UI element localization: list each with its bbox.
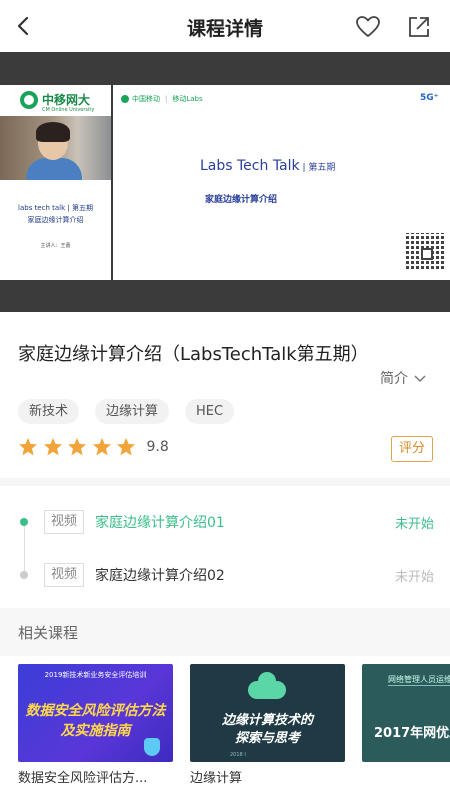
video-player[interactable]: 中移网大 CM Online University labs tech talk… — [0, 52, 450, 312]
thumb-headline-2: 及实施指南 — [60, 723, 131, 739]
section-divider — [0, 478, 450, 486]
star-icon — [117, 438, 135, 456]
related-course-title: 数据安全风险评估方... — [18, 771, 148, 786]
thumb-caption: 2019新技术新业务安全评估培训 — [44, 671, 147, 679]
lesson-type-badge: 视频 — [44, 563, 85, 587]
page-title: 课程详情 — [186, 18, 263, 40]
org-name: 中移网大 — [42, 93, 91, 107]
intro-toggle[interactable]: 简介 — [380, 368, 426, 388]
rating: 9.8 — [18, 437, 169, 457]
share-out-icon[interactable] — [405, 13, 433, 41]
related-course-card[interactable]: 网络管理人员运维 2017年网优工 优工 — [362, 664, 450, 786]
thumb-headline: 边缘计算技术的 — [221, 713, 313, 728]
related-course-title: 边缘计算 — [190, 771, 243, 786]
star-icon — [92, 438, 111, 456]
tag[interactable]: 边缘计算 — [95, 399, 170, 424]
lesson-type-badge: 视频 — [44, 510, 85, 534]
thumb-headline-2: 探索与思考 — [234, 731, 300, 746]
presenter-panel: 中移网大 CM Online University labs tech talk… — [0, 85, 111, 280]
related-course-card[interactable]: 2019新技术新业务安全评估培训 数据安全风险评估方法 及实施指南 数据安全风险… — [18, 664, 173, 786]
speaker-video — [0, 116, 111, 180]
related-label: 相关课程 — [18, 624, 79, 642]
star-icon — [43, 438, 62, 456]
presenter-name: 主讲人：王蕾 — [40, 243, 71, 249]
slide-logo-b: 移动Labs — [172, 95, 203, 103]
thumb-headline: 数据安全风险评估方法 — [25, 703, 166, 719]
tag-list: 新技术 边缘计算 HEC — [18, 399, 250, 424]
rating-score: 9.8 — [146, 439, 169, 455]
course-thumbnail: 2019新技术新业务安全评估培训 数据安全风险评估方法 及实施指南 — [18, 664, 173, 762]
org-logo-icon — [20, 91, 38, 109]
5g-logo: 5G⁺ — [420, 93, 439, 103]
lesson-title: 家庭边缘计算介绍02 — [95, 568, 225, 584]
chevron-left-icon[interactable] — [10, 12, 38, 40]
course-title: 家庭边缘计算介绍（LabsTechTalk第五期） — [18, 344, 369, 365]
tag[interactable]: 新技术 — [18, 399, 80, 424]
related-course-list: 2019新技术新业务安全评估培训 数据安全风险评估方法 及实施指南 数据安全风险… — [0, 664, 450, 800]
timeline-dot-active — [20, 518, 28, 526]
presentation-slide: 中国移动 | 移动Labs 5G⁺ Labs Tech Talk | 第五期 家… — [113, 85, 450, 280]
thumb-caption: 2018 I — [230, 752, 246, 758]
timeline-line — [24, 522, 25, 574]
org-subtitle: CM Online University — [42, 107, 95, 113]
lesson-item[interactable]: 视频 家庭边缘计算介绍02 未开始 — [44, 563, 434, 587]
star-icon — [19, 438, 37, 456]
slide-logos: 中国移动 | 移动Labs — [121, 94, 203, 104]
slide-issue: | 第五期 — [299, 163, 336, 173]
shield-icon — [144, 738, 160, 756]
course-thumbnail: 边缘计算技术的 探索与思考 2018 I — [190, 664, 345, 762]
heart-outline-icon[interactable] — [354, 13, 382, 41]
course-thumbnail: 网络管理人员运维 2017年网优工 — [362, 664, 450, 762]
chevron-down-icon — [414, 375, 426, 382]
thumb-headline: 2017年网优工 — [374, 726, 450, 741]
slide-title-text: Labs Tech Talk — [200, 158, 300, 174]
tag[interactable]: HEC — [185, 399, 235, 424]
star-icon — [68, 438, 86, 456]
lesson-status: 未开始 — [394, 517, 434, 532]
lesson-item[interactable]: 视频 家庭边缘计算介绍01 未开始 — [44, 510, 434, 534]
rate-button[interactable]: 评分 — [391, 436, 433, 462]
lesson-status: 未开始 — [394, 570, 434, 585]
related-course-title: 优工 — [362, 767, 450, 786]
video-frame: 中移网大 CM Online University labs tech talk… — [0, 85, 450, 280]
slide-logo-a: 中国移动 — [132, 95, 160, 103]
related-header: 相关课程 — [0, 608, 450, 656]
intro-label: 简介 — [380, 371, 408, 387]
qr-code-icon — [406, 233, 444, 271]
china-mobile-logo-icon — [121, 95, 129, 103]
cloud-icon — [248, 672, 286, 699]
top-bar: 课程详情 — [0, 0, 450, 52]
timeline-dot — [20, 571, 28, 579]
slide-title: Labs Tech Talk | 第五期 — [200, 158, 335, 174]
related-course-card[interactable]: 边缘计算技术的 探索与思考 2018 I 边缘计算 — [190, 664, 345, 786]
lesson-title: 家庭边缘计算介绍01 — [95, 515, 225, 531]
thumb-caption: 网络管理人员运维 — [388, 675, 450, 686]
presenter-talk-subtitle: 家庭边缘计算介绍 — [27, 216, 84, 224]
presenter-talk-title: labs tech talk | 第五期 — [18, 204, 93, 212]
slide-subtitle: 家庭边缘计算介绍 — [205, 195, 278, 205]
